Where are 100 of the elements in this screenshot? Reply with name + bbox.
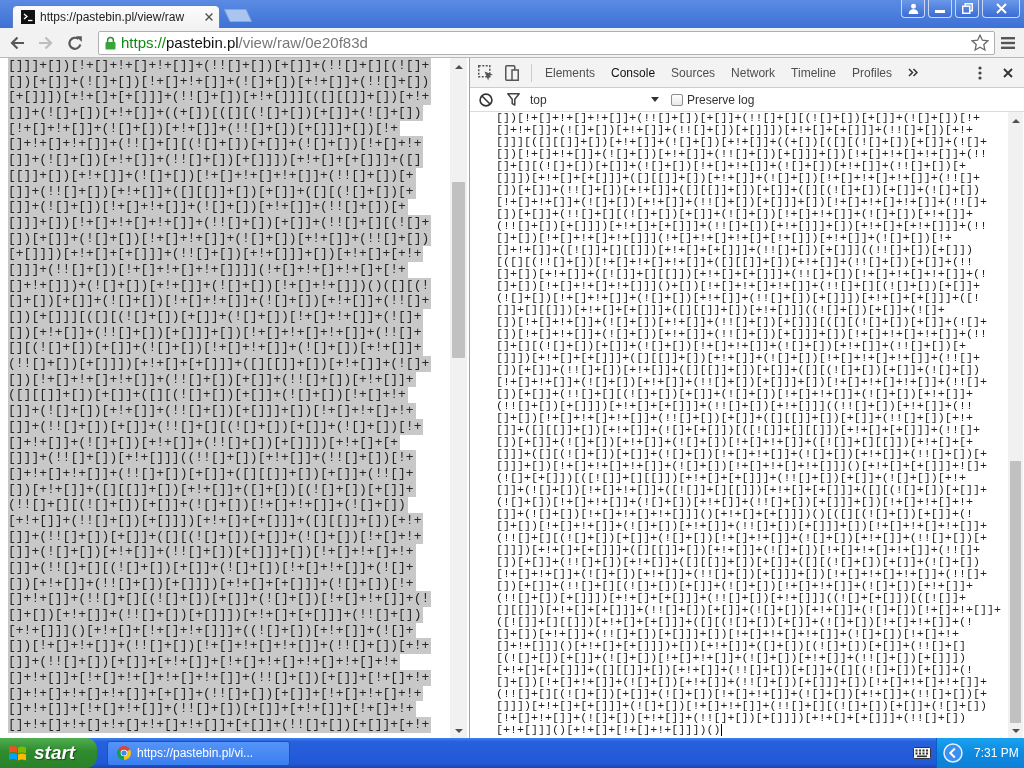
code-line: [])[+[]]+(!![]+[][(![]+[])[+[]]+(![]+[])[!+[]+!+[]]+(![]+[])[+!+[]]+ [496, 388, 973, 400]
code-line: []]+(![]+[])[!+[]+!+[]]+([![]]+[][[]])[+!+[]+[+[]]]+([][(![]+[])[+[]]+ [496, 484, 987, 496]
checkbox[interactable] [671, 93, 683, 106]
code-line: []]][([][[]]+[])[+!+[]]+(![]+[])[+!+[]]+((+[])[([][(![]+[])[+[]]+(![]+ [496, 136, 987, 148]
code-line: (![]+[+[]])[([![]]+[][[]])[+!+[]+[+[]]]+(!![]+[])[+[]]+(![]+[])[+!+ [496, 472, 966, 484]
code-line: (![]+[])[!+[]+!+[]]+(![]+[])[+!+[]]+(!![]+[])[+[]]]+[])[!+[]+!+[]+!+ [496, 496, 973, 508]
code-line: []+[][(![]+[])[+[]]+(![]+[])[!+[]+!+[]]+(![]+[])[+!+[]]+(!![]+[])[+ [496, 340, 966, 352]
code-line: (!![]+[])[+[]]])[+!+[]+[+[]]]+(!![]+[])[+!+[]]]((![]+[+[]])[([![]]+ [496, 592, 966, 604]
code-line: []+[])[!+[]+!+[]+!+[]]](!+[]+!+[]+!+[]+[!+[]])[+!+[]]+(![]+[])[!+ [496, 232, 952, 244]
minimize-icon [935, 10, 945, 13]
down-arrow-icon[interactable] [1011, 729, 1020, 733]
code-line: [!+[]+!+[]]+(![]+[])[+!+[]]+(!![]+[])[+[]]]+[])[!+[]+!+[]+!+[]]+(!![]+ [496, 568, 987, 580]
code-line: [!+[]+!+[]]+(![]+[])[+!+[]]+(!![]+[])[+[]]]+[])[!+[]+!+[]+!+[]]+(!![]+ [496, 196, 987, 208]
context-dropdown[interactable]: top [530, 92, 661, 107]
code-line: [+!+[]]]()[+!+[]+[!+[]+!+[]]])() [496, 724, 721, 736]
devtools-tab[interactable]: Elements [537, 58, 604, 87]
terminal-icon [21, 10, 35, 24]
close-icon[interactable] [205, 13, 213, 21]
code-line: []+[])[!+[]+!+[]+!+[]]]()+[])[!+[]+!+[]+!+[]]+(!![]+[][(![]+[])[+[]]+ [496, 280, 980, 292]
scrollbar-thumb[interactable] [1010, 461, 1021, 723]
scrollbar[interactable] [450, 58, 467, 738]
clear-console-icon[interactable] [479, 92, 493, 107]
code-line: [+!+[]+[+[]]]+([][[]]+[])[+!+[]]+(!![]+[])[+[]]+([][(![]+[])[+[]]+(! [496, 664, 973, 676]
down-arrow-icon[interactable] [454, 729, 463, 733]
code-line: [])[!+[]+!+[]]+(![]+[])[+!+[]]+(!![]+[])[+[]]][([][(![]+[])[+[]]+(![]+ [496, 316, 987, 328]
back-icon[interactable] [9, 34, 25, 51]
devtools-tab[interactable]: Sources [663, 58, 724, 87]
browser-tab[interactable]: https://pastebin.pl/view/raw [12, 5, 220, 28]
up-arrow-icon[interactable] [1011, 119, 1020, 123]
start-button[interactable]: start [0, 738, 97, 768]
close-icon[interactable] [1003, 67, 1013, 78]
code-line: [])[+[]]+(![]+[])[+!+[]]+(![]+[])[!+[]+!+[]]+([![]]+[][[]])[+!+[]+[+ [496, 436, 973, 448]
code-line: [])[+[]]+(!![]+[][(![]+[])[+[]]+(![]+[])[!+[]+!+[]]+(![]+[])[+!+[]]+ [496, 580, 973, 592]
code-line: []+[])[+!+[]]+(!![]+[])[+[]]]+[])[!+[]+!+[]+!+[]]+(![]+[])[!+[]+!+ [496, 628, 959, 640]
code-line: []+!+[]]+(![]+[])[+!+[]]+(!![]+[])[+[]]])[+!+[]+[+[]]]+(!![]+[])[+!+ [496, 124, 973, 136]
code-line: []]])[+!+[]+[+[]]]+(![]+[])[!+[]+!+[]]+(!![]+[][(![]+[])[+[]]+(![]+[]) [496, 700, 987, 712]
code-line: (!![]+[][(![]+[])[+[]]+(![]+[])[!+[]+!+[]]+(![]+[])[+!+[]]+(!![]+[])[+ [496, 532, 987, 544]
code-line: (!![]+[])[+[]]])[+!+[]+[+[]]]+(!![]+[])[+!+[]]]((!![]+[])[+!+[]]+(!! [496, 400, 973, 412]
code-line: (!![]+[])[+[]]])[+!+[]+[+[]]]+(!![]+[])[+!+[]]]+[])[+!+[]+[+!+[]]]+(!! [496, 220, 987, 232]
restore-icon [961, 3, 973, 14]
code-line: [])[!+[]+!+[]+!+[]]+(!![]+[])[+[]]+(!![]+[][(![]+[])[+[]]+(![]+[])[!+ [496, 112, 980, 124]
close-button[interactable] [982, 0, 1020, 18]
person-icon [907, 3, 919, 14]
url-text: https://pastebin.pl/view/raw/0e20f83d [121, 34, 368, 51]
kebab-menu-icon[interactable] [978, 65, 982, 80]
filter-icon[interactable] [507, 93, 520, 106]
code-line: []]]+([][(![]+[])[+[]]+(![]+[])[!+[]+!+[]]+(![]+[])[+!+[]]+(!![]+[])[+ [496, 448, 987, 460]
code-line: []]+[][[]])[+!+[]+[+[]]]+([][[]]+[])[+!+[]]]((![]+[])[+[]]+(![]+ [496, 304, 945, 316]
code-line: []+[])[+!+[]]+([![]]+[][[]])[+!+[]+[+[]]]+(!![]+[])[!+[]+!+[]+!+[]]+(! [496, 268, 987, 280]
code-line: []]])[+!+[]+[+[]]]+([][[]]+[])[+!+[]]+(![]+[])[!+[]+!+[]+!+[]]+(!![]+ [496, 172, 980, 184]
profile-button[interactable] [901, 0, 925, 18]
code-line: [!+[]+!+[]]+(![]+[])[+!+[]]+(!![]+[])[+[]]]+[])[!+[]+!+[]+!+[]]+(!![]+ [496, 376, 987, 388]
code-line: []]]+[])[!+[]+!+[]+!+[]]+(![]+[])[!+[]+!+[]+!+[]]]()[+!+[]+[+[]]]+![]+ [496, 460, 987, 472]
code-line: (![]+[])[!+[]+!+[]]+(![]+[])[+!+[]]+(!![]+[])[+[]]])[+!+[]+[+[]]]+([! [496, 292, 980, 304]
caret-icon [651, 97, 659, 102]
code-line: [!+[]+!+[]]+(![]+[])[+!+[]]+(!![]+[])[+[]]])[+!+[]+[+[]]]+(!![]+[]) [496, 712, 966, 724]
text-cursor-icon [721, 724, 723, 736]
devtools-tab[interactable]: Network [723, 58, 784, 87]
code-line: [])[+[]]+(!![]+[])[+!+[]]+([][[]]+[])[+[]]+([][(![]+[])[+[]]+(![]+[]) [496, 364, 980, 376]
windows-flag-icon [8, 744, 28, 762]
menu-icon[interactable] [1001, 36, 1015, 49]
code-line: []+[])[!+[]+!+[]+!+[]]+(!![]+[])[+[]]+([][[]]+[])[+[]]+(!![]+[])[+!+ [496, 412, 973, 424]
inspect-icon[interactable] [478, 64, 494, 81]
code-line: [])[!+[]+!+[]]+(![]+[])[+!+[]]+(!![]+[])[+[]]]+[])[!+[]+!+[]+!+[]]+(!! [496, 328, 987, 340]
devtools-tab[interactable]: Console [603, 58, 664, 87]
star-icon[interactable] [971, 33, 989, 52]
code-line: [])[!+[]+!+[]]+(![]+[])[+!+[]]+(!![]+[])[+[]]]+[])[!+[]+!+[]+!+[]]+(!! [496, 148, 987, 160]
code-line: []+!+[]]+([![]]+[][[]])[+!+[]+[+[]]]+(!![]+[])[+[]]]((!![]+[])[+[]]) [496, 244, 973, 256]
code-line: [])[+[]]+(!![]+[])[+!+[]]+([][[]]+[])[+[]]+([][(![]+[])[+[]]+(![]+[]) [496, 556, 980, 568]
code-line: [([][(!![]+[])[!+[]+!+[]+!+[]]+([][[]]+[])[+!+[]]+(!![]+[])[+[]]+(!! [496, 256, 973, 268]
reload-icon[interactable] [67, 34, 83, 51]
code-line: []+[])[!+[]+!+[]]+(![]+[])[+!+[]]+(!![]+[])[+[]]]+[])[!+[]+!+[]+!+[]]+ [496, 676, 987, 688]
up-arrow-icon[interactable] [454, 65, 463, 69]
code-line: []+[][(![]+[])[+[]]+(![]+[])[!+[]+!+[]]+(![]+[])[+!+[]]+(!![]+[])[+ [496, 160, 966, 172]
scrollbar-thumb[interactable] [452, 182, 465, 358]
devtools-tab[interactable]: Timeline [783, 58, 844, 87]
checkbox-label: Preserve log [687, 92, 755, 107]
keyboard-icon[interactable] [913, 747, 931, 759]
code-line: ([![]]+[][[]])[+!+[]+[+[]]]+([][(![]+[])[+[]]+(![]+[])[!+[]+!+[]]+(! [496, 616, 973, 628]
code-line: []]])[+!+[]+[+[]]]+([][[]]+[])[+!+[]]+(![]+[])[!+[]+!+[]+!+[]]+(!![]+ [496, 352, 980, 364]
more-tabs-icon[interactable] [908, 68, 919, 77]
code-line: []]])[+!+[]+[+[]]]+([][[]]+[])[+!+[]]+(![]+[])[!+[]+!+[]+!+[]]+(!![]+ [496, 544, 980, 556]
app-icon [116, 745, 132, 761]
device-icon[interactable] [505, 64, 519, 81]
devtools-tab[interactable]: Profiles [844, 58, 901, 87]
close-icon [995, 3, 1007, 14]
address-bar[interactable]: https://pastebin.pl/view/raw/0e20f83d [98, 30, 995, 55]
clock: 7:31 PM [974, 746, 1019, 760]
code-line: []]+([][[]]+[])[+!+[]]+(![]+[+[]])[([![]]+[][[]])[+!+[]+[+[]]]+(!![]+ [496, 424, 980, 436]
code-line: []+!+[]]]()[+!+[]+[+[]]])+[])[+!+[]]+([]+[])[(![]+[])[+[]]+(!![]+[] [496, 640, 966, 652]
code-line: [(![]+[])[+[]]+(![]+[])[!+[]+!+[]]+(![]+[])[+!+[]]+(!![]+[])[+[]]]) [496, 652, 966, 664]
code-line: (!![]+[][(![]+[])[+[]]+(![]+[])[!+[]+!+[]]+(![]+[])[+!+[]]+(!![]+[])[+ [496, 688, 987, 700]
restore-button[interactable] [955, 0, 979, 18]
code-line: [][[]])[+!+[]+[+[]]]+(!![]+[])[+[]]+(![]+[])[+!+[]]+(![]+[])[!+[]+!+[]]+ [496, 604, 1001, 616]
code-line: [])[+[]]+(!![]+[][(![]+[])[+[]]+(![]+[])[!+[]+!+[]]+(![]+[])[+!+[]]+ [496, 208, 973, 220]
chevron-circle-icon[interactable] [943, 743, 963, 763]
code-line: []+[])[!+[]+!+[]]+(![]+[])[+!+[]]+(!![]+[])[+[]]]+[])[!+[]+!+[]+!+[]]+ [496, 520, 987, 532]
code-line: []]+(![]+[])[!+[]+!+[]+!+[]]]()[+!+[]+[+[]]])()[([][(![]+[])[+[]]+(! [496, 508, 973, 520]
scrollbar[interactable] [1008, 112, 1023, 738]
minimize-button[interactable] [928, 0, 952, 18]
